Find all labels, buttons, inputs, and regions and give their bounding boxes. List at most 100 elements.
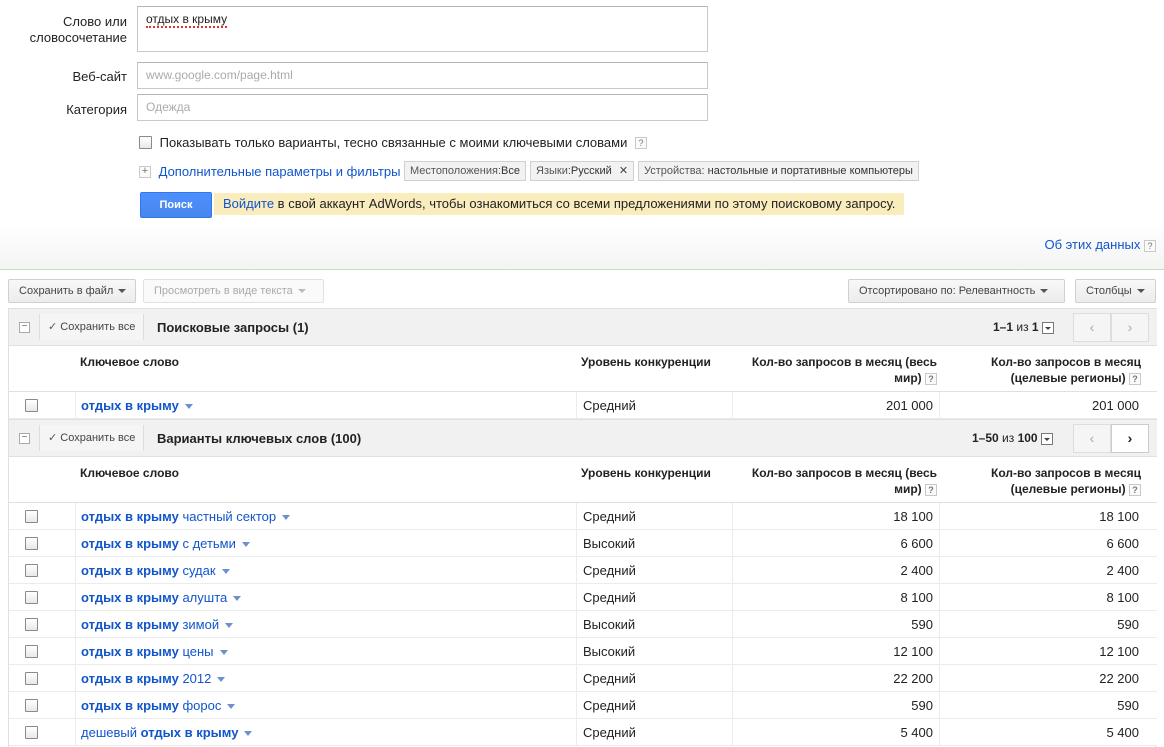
keyword-match: отдых в крыму (81, 590, 179, 605)
column-divider (75, 503, 76, 529)
column-competition[interactable]: Уровень конкуренции (581, 465, 711, 481)
chevron-down-icon[interactable] (241, 542, 250, 548)
prev-page-button[interactable]: ‹ (1073, 313, 1111, 342)
column-divider (576, 719, 577, 745)
keyword-cell[interactable]: отдых в крыму форос (81, 698, 236, 713)
column-competition[interactable]: Уровень конкуренции (581, 354, 711, 370)
collapse-icon[interactable]: − (19, 322, 30, 333)
location-filter-chip[interactable]: Местоположения:Все (404, 161, 526, 181)
devices-filter-chip[interactable]: Устройства: настольные и портативные ком… (638, 161, 919, 181)
website-input[interactable]: www.google.com/page.html (137, 62, 708, 89)
column-local-searches[interactable]: Кол-во запросов в месяц (целевые регионы)… (951, 354, 1141, 386)
table-row: отдых в крыму с детьми Высокий 6 600 6 600 (9, 530, 1157, 557)
help-icon[interactable]: ? (634, 136, 647, 149)
chevron-down-icon[interactable] (244, 731, 253, 737)
about-data: Об этих данных ? (1045, 237, 1156, 252)
column-divider (576, 584, 577, 610)
column-divider (939, 557, 940, 583)
chevron-down-icon (297, 289, 306, 294)
next-page-button[interactable]: › (1111, 424, 1149, 453)
collapse-icon[interactable]: − (19, 433, 30, 444)
row-checkbox[interactable] (25, 699, 38, 712)
language-filter-value: Русский (570, 165, 612, 177)
prev-page-button[interactable]: ‹ (1073, 424, 1111, 453)
row-checkbox[interactable] (25, 672, 38, 685)
keyword-match: отдых в крыму (81, 671, 179, 686)
row-checkbox[interactable] (25, 399, 38, 412)
chevron-down-icon[interactable] (219, 650, 228, 656)
chevron-down-icon[interactable] (217, 677, 226, 683)
keyword-cell[interactable]: отдых в крыму зимой (81, 617, 234, 632)
keyword-input[interactable]: отдых в крыму (137, 6, 708, 52)
global-searches-cell: 8 100 (900, 590, 933, 605)
keyword-label: Слово или словосочетание (29, 14, 127, 45)
page-size-dropdown[interactable] (1041, 321, 1054, 334)
keyword-cell[interactable]: отдых в крыму частный сектор (81, 509, 291, 524)
keyword-cell[interactable]: отдых в крыму с детьми (81, 536, 250, 551)
global-searches-cell: 201 000 (886, 398, 933, 413)
save-all-button[interactable]: ✓ Сохранить все (39, 425, 145, 451)
keyword-match: отдых в крыму (81, 698, 179, 713)
view-text-button[interactable]: Просмотреть в виде текста (143, 279, 324, 303)
row-checkbox[interactable] (25, 510, 38, 523)
column-global-line1: Кол-во запросов в месяц (весь (751, 355, 937, 369)
help-icon[interactable]: ? (925, 483, 937, 496)
next-page-button[interactable]: › (1111, 313, 1149, 342)
help-icon[interactable]: ? (925, 372, 937, 385)
pager-of: из (1013, 320, 1032, 334)
language-filter-chip[interactable]: Языки:Русский ✕ (530, 161, 635, 181)
save-file-button[interactable]: Сохранить в файл (8, 279, 136, 303)
help-icon[interactable]: ? (1129, 372, 1141, 385)
competition-cell: Средний (583, 590, 636, 605)
chevron-down-icon[interactable] (184, 404, 193, 410)
column-keyword[interactable]: Ключевое слово (80, 465, 179, 481)
pager-range: 1–50 (972, 431, 999, 445)
row-checkbox[interactable] (25, 591, 38, 604)
row-checkbox[interactable] (25, 537, 38, 550)
keyword-match: отдых в крыму (81, 617, 179, 632)
remove-filter-icon[interactable]: ✕ (619, 165, 628, 177)
search-queries-header: − ✓ Сохранить все Поисковые запросы (1) … (9, 308, 1157, 346)
column-global-line2: мир) (894, 371, 922, 385)
chevron-down-icon[interactable] (221, 569, 230, 575)
advanced-filters-link[interactable]: Дополнительные параметры и фильтры (159, 164, 401, 179)
sort-button[interactable]: Отсортировано по: Релевантность (848, 279, 1065, 303)
columns-button[interactable]: Столбцы (1075, 279, 1156, 303)
column-divider (732, 503, 733, 529)
devices-filter-value: настольные и портативные компьютеры (707, 165, 913, 177)
table-row: отдых в крыму 2012 Средний 22 200 22 200 (9, 665, 1157, 692)
about-help-icon[interactable]: ? (1144, 239, 1156, 252)
row-checkbox[interactable] (25, 726, 38, 739)
keyword-cell[interactable]: отдых в крыму судак (81, 563, 230, 578)
chevron-down-icon[interactable] (225, 623, 234, 629)
category-input[interactable]: Одежда (137, 94, 708, 121)
keyword-cell[interactable]: отдых в крыму (81, 398, 193, 413)
pager-info: 1–50 из 100 (972, 431, 1053, 445)
page-size-dropdown[interactable] (1040, 432, 1053, 445)
keyword-cell[interactable]: дешевый отдых в крыму (81, 725, 253, 740)
only-close-checkbox[interactable] (139, 136, 152, 150)
table-row: отдых в крыму форос Средний 590 590 (9, 692, 1157, 719)
sign-in-link[interactable]: Войдите (223, 196, 274, 211)
help-icon[interactable]: ? (1129, 483, 1141, 496)
expand-icon[interactable]: + (139, 165, 151, 178)
column-local-searches[interactable]: Кол-во запросов в месяц (целевые регионы)… (951, 465, 1141, 497)
row-checkbox[interactable] (25, 564, 38, 577)
about-data-link[interactable]: Об этих данных (1045, 237, 1141, 252)
column-divider (732, 638, 733, 664)
chevron-down-icon[interactable] (233, 596, 242, 602)
column-keyword[interactable]: Ключевое слово (80, 354, 179, 370)
keyword-prefix: дешевый (81, 725, 141, 740)
chevron-down-icon[interactable] (227, 704, 236, 710)
row-checkbox[interactable] (25, 618, 38, 631)
column-global-searches[interactable]: Кол-во запросов в месяц (весь мир) ? (737, 465, 937, 497)
row-checkbox[interactable] (25, 645, 38, 658)
keyword-cell[interactable]: отдых в крыму 2012 (81, 671, 226, 686)
search-button[interactable]: Поиск (140, 192, 212, 218)
chevron-down-icon[interactable] (282, 515, 291, 521)
keyword-cell[interactable]: отдых в крыму цены (81, 644, 228, 659)
column-global-searches[interactable]: Кол-во запросов в месяц (весь мир) ? (737, 354, 937, 386)
keyword-suffix: частный сектор (178, 509, 277, 524)
save-all-button[interactable]: ✓ Сохранить все (39, 314, 145, 340)
keyword-cell[interactable]: отдых в крыму алушта (81, 590, 242, 605)
